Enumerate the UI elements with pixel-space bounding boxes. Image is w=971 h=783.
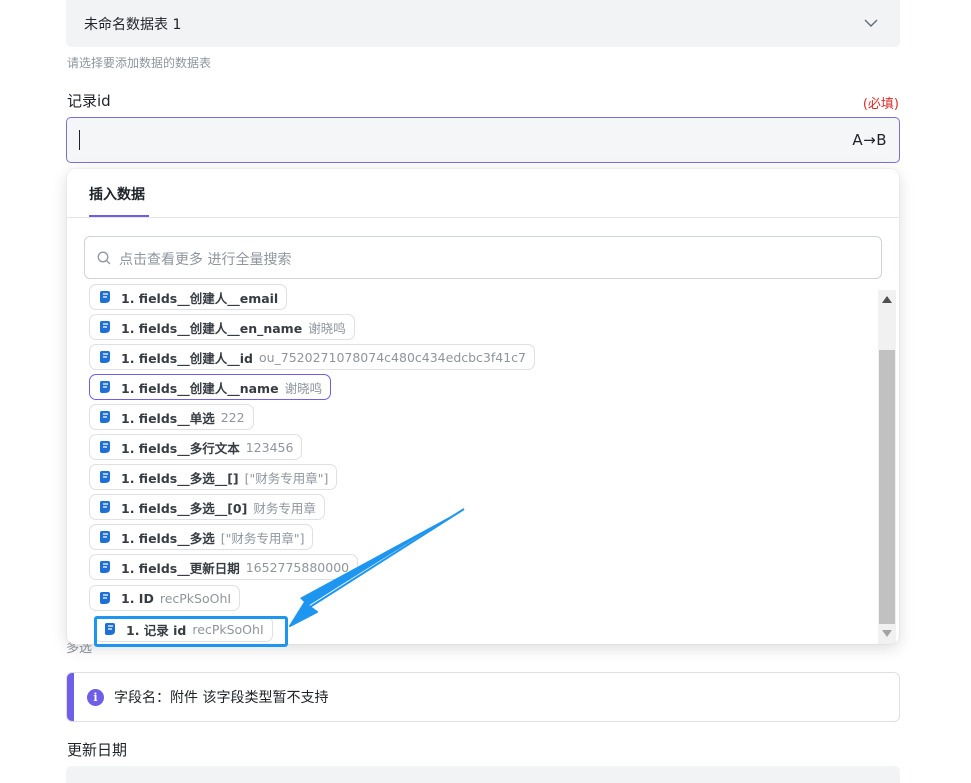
search-placeholder: 点击查看更多 进行全量搜索 [119, 252, 292, 268]
info-icon: i [87, 688, 104, 706]
update-date-label: 更新日期 [67, 741, 128, 759]
list-scrollbar[interactable] [878, 290, 896, 644]
table-select[interactable]: 未命名数据表 1 [66, 0, 900, 47]
item-name: 1. fields__多选__[0] [121, 500, 248, 516]
item-name: 1. fields__创建人__en_name [121, 320, 303, 336]
data-item-list: 1. fields__创建人__email 1. fields__创建人__en… [67, 284, 877, 644]
scroll-up-icon[interactable] [882, 296, 892, 303]
data-source-icon [100, 381, 110, 393]
data-source-icon [100, 501, 110, 513]
search-icon [97, 251, 111, 265]
tab-divider [67, 217, 899, 218]
item-value: ["财务专用章"] [244, 470, 329, 486]
list-item-hovered[interactable]: 1. fields__创建人__name 谢晓鸣 [89, 374, 332, 400]
data-source-icon [100, 561, 110, 573]
item-name: 1. fields__多行文本 [121, 440, 240, 456]
item-name: 1. fields__创建人__id [121, 350, 253, 366]
chevron-down-icon [864, 19, 878, 27]
record-id-input[interactable]: A→B [66, 117, 900, 163]
item-value: 谢晓鸣 [308, 320, 346, 336]
item-value: 123456 [245, 439, 294, 455]
data-source-icon [100, 321, 110, 333]
text-caret [79, 130, 80, 150]
data-source-icon [100, 531, 110, 543]
list-item[interactable]: 1. fields__单选 222 [89, 404, 254, 430]
search-input[interactable]: 点击查看更多 进行全量搜索 [84, 236, 882, 279]
list-item[interactable]: 1. fields__创建人__id ou_7520271078074c480c… [89, 344, 536, 370]
item-name: 1. fields__创建人__name [121, 380, 279, 396]
update-date-input[interactable] [66, 766, 900, 783]
item-value: recPkSoOhI [159, 590, 232, 606]
list-item[interactable]: 1. fields__多选__[] ["财务专用章"] [89, 464, 338, 490]
scroll-down-icon[interactable] [882, 630, 892, 637]
item-value: ["财务专用章"] [220, 530, 305, 546]
item-value: 222 [220, 409, 245, 425]
data-source-icon [100, 471, 110, 483]
item-value: ou_7520271078074c480c434edcbc3f41c7 [258, 349, 527, 365]
item-name: 1. fields__更新日期 [121, 560, 240, 576]
list-item[interactable]: 1. ID recPkSoOhI [89, 585, 241, 611]
item-name: 1. fields__创建人__email [121, 290, 279, 306]
attachment-notice: i 字段名：附件 该字段类型暂不支持 [66, 672, 900, 722]
annotation-highlight-box [94, 616, 288, 647]
list-item[interactable]: 1. fields__多选 ["财务专用章"] [89, 524, 314, 550]
notice-text: 字段名：附件 该字段类型暂不支持 [114, 690, 329, 706]
data-source-icon [100, 351, 110, 363]
list-item[interactable]: 1. fields__更新日期 1652775880000 [89, 554, 359, 580]
data-source-icon [100, 441, 110, 453]
list-item[interactable]: 1. fields__创建人__email [89, 284, 288, 310]
tab-insert-data[interactable]: 插入数据 [89, 184, 145, 204]
list-item[interactable]: 1. fields__多选__[0] 财务专用章 [89, 494, 325, 520]
list-item[interactable]: 1. fields__多行文本 123456 [89, 434, 303, 460]
record-id-label: 记录id [67, 92, 111, 110]
item-name: 1. ID [121, 590, 154, 606]
item-name: 1. fields__多选 [121, 530, 215, 546]
item-name: 1. fields__单选 [121, 410, 215, 426]
item-value: 1652775880000 [245, 559, 350, 575]
item-name: 1. fields__多选__[] [121, 470, 239, 486]
data-source-icon [100, 411, 110, 423]
item-value: 财务专用章 [253, 500, 316, 516]
table-select-value: 未命名数据表 1 [84, 16, 182, 33]
data-source-icon [100, 592, 110, 604]
transform-button[interactable]: A→B [852, 131, 887, 149]
item-value: 谢晓鸣 [284, 380, 323, 396]
required-marker: (必填) [862, 97, 899, 112]
scroll-thumb[interactable] [879, 350, 895, 624]
table-select-hint: 请选择要添加数据的数据表 [67, 56, 212, 70]
list-item[interactable]: 1. fields__创建人__en_name 谢晓鸣 [89, 314, 355, 340]
data-source-icon [100, 291, 110, 303]
insert-data-panel: 插入数据 点击查看更多 进行全量搜索 1. fields__创建人__email… [67, 169, 899, 644]
